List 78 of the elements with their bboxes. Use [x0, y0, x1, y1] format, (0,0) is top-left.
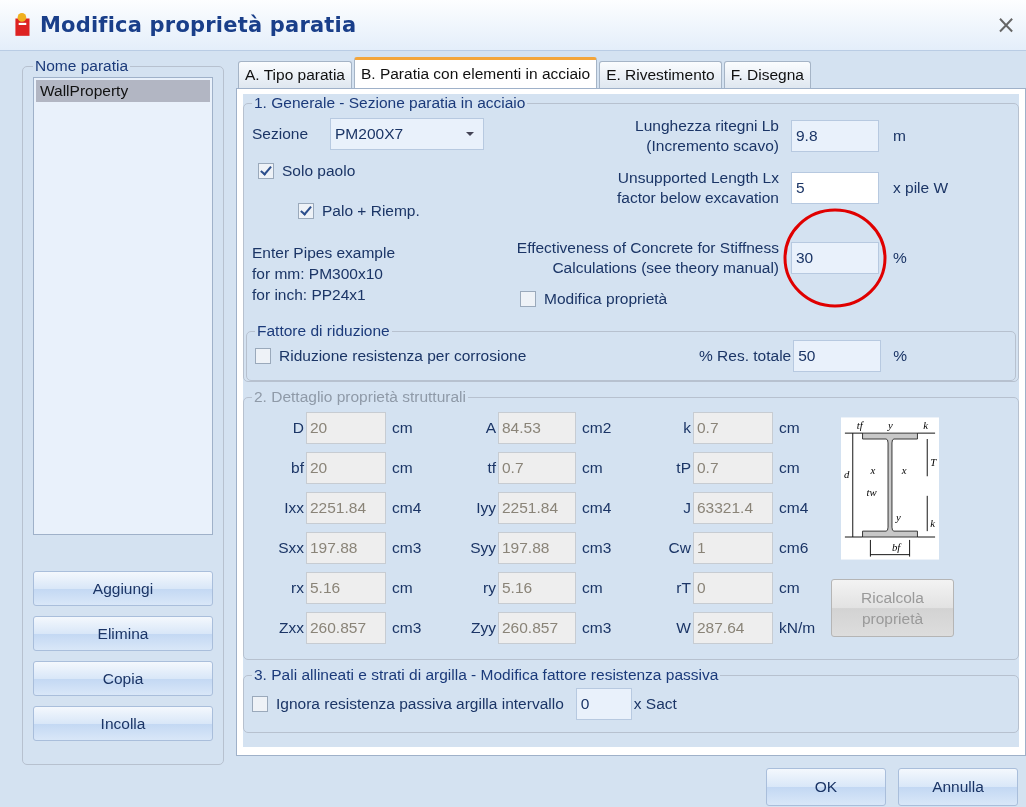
property-label: Syy: [469, 539, 497, 557]
unit-label: cm2: [581, 419, 613, 437]
unit-label: cm6: [778, 539, 810, 557]
unit-label: cm4: [581, 499, 613, 517]
input-field[interactable]: 30: [791, 242, 879, 274]
checkbox-label: Solo paolo: [282, 162, 356, 180]
unit-label: cm3: [581, 619, 613, 637]
property-label: Cw: [667, 539, 692, 557]
action-button[interactable]: Aggiungi: [33, 571, 213, 606]
checkbox-label: Palo + Riemp.: [322, 202, 420, 220]
field-label: Unsupported Length Lx factor below excavation: [616, 168, 779, 208]
property-label: tf: [486, 459, 497, 477]
action-button[interactable]: Elimina: [33, 616, 213, 651]
property-label: tP: [675, 459, 692, 477]
unit-label: cm: [391, 459, 414, 477]
property-label: D: [291, 419, 305, 437]
close-button[interactable]: ×: [989, 11, 1022, 39]
unit-label: cm: [778, 579, 801, 597]
checkbox-label: Riduzione resistenza per corrosione: [279, 347, 527, 365]
input-field[interactable]: 50: [793, 340, 882, 372]
unit-label: kN/m: [778, 619, 817, 637]
list-box[interactable]: WallProperty: [33, 77, 213, 535]
section-dropdown[interactable]: PM200X7: [330, 118, 484, 150]
tab[interactable]: F. Disegna: [723, 61, 811, 88]
unit-label: cm4: [778, 499, 810, 517]
dialog-button[interactable]: OK: [766, 768, 886, 806]
unit-label: %: [892, 347, 907, 365]
unit-label: cm: [778, 419, 801, 437]
field-label: Sezione: [252, 125, 308, 143]
unit-label: cm3: [391, 619, 423, 637]
property-label: rT: [675, 579, 692, 597]
input-field[interactable]: 9.8: [791, 120, 879, 152]
input-field[interactable]: 0: [575, 688, 632, 720]
unit-label: m: [892, 127, 907, 145]
group-title: Fattore di riduzione: [256, 322, 391, 340]
window-title: Modifica proprietà paratia: [40, 13, 357, 37]
checkbox-label: Modifica proprietà: [544, 290, 668, 308]
beam-section-drawing: tf y k d x x T tw y k bf: [841, 416, 939, 560]
list-item[interactable]: WallProperty: [36, 80, 210, 102]
group-title: 2. Dettaglio proprietà strutturali: [253, 388, 467, 406]
tab[interactable]: E. Rivestimento: [599, 61, 722, 88]
unit-label: cm: [581, 459, 604, 477]
tab[interactable]: B. Paratia con elementi in acciaio: [353, 57, 598, 88]
dialog-button[interactable]: Annulla: [898, 768, 1018, 806]
property-label: Ixx: [283, 499, 305, 517]
unit-label: cm: [391, 579, 414, 597]
unit-label: x Sact: [632, 695, 677, 713]
checkbox-label: Ignora resistenza passiva argilla intervallo: [276, 695, 564, 713]
group-title: 1. Generale - Sezione paratia in acciaio: [253, 94, 527, 112]
unit-label: cm3: [391, 539, 423, 557]
property-label: k: [682, 419, 692, 437]
field-label: Effectiveness of Concrete for Stiffness Calculations (see theory manual): [515, 238, 779, 278]
property-label: Zyy: [470, 619, 497, 637]
group-title: 3. Pali allineati e strati di argilla - Modifica fattore resistenza passiva: [253, 666, 720, 684]
unit-label: cm: [581, 579, 604, 597]
input-field[interactable]: 5: [791, 172, 879, 204]
property-label: rx: [290, 579, 305, 597]
property-label: J: [682, 499, 692, 517]
tab[interactable]: A. Tipo paratia: [238, 61, 352, 88]
unit-label: cm: [778, 459, 801, 477]
field-label: % Res. totale: [699, 347, 792, 365]
property-label: W: [675, 619, 692, 637]
unit-label: cm4: [391, 499, 423, 517]
property-label: Sxx: [277, 539, 305, 557]
action-button[interactable]: Copia: [33, 661, 213, 696]
action-button[interactable]: Incolla: [33, 706, 213, 741]
unit-label: cm: [391, 419, 414, 437]
property-label: Zxx: [278, 619, 305, 637]
property-label: ry: [482, 579, 497, 597]
group-title: Nome paratia: [34, 57, 130, 75]
unit-label: %: [892, 249, 908, 267]
unit-label: x pile W: [892, 179, 950, 197]
example-text: Enter Pipes example for mm: PM300x10 for inch: PP24x1: [252, 243, 397, 305]
property-label: bf: [290, 459, 305, 477]
property-label: A: [484, 419, 497, 437]
property-label: Iyy: [475, 499, 497, 517]
unit-label: cm3: [581, 539, 613, 557]
field-label: Lunghezza ritegni Lb (Incremento scavo): [634, 116, 779, 156]
